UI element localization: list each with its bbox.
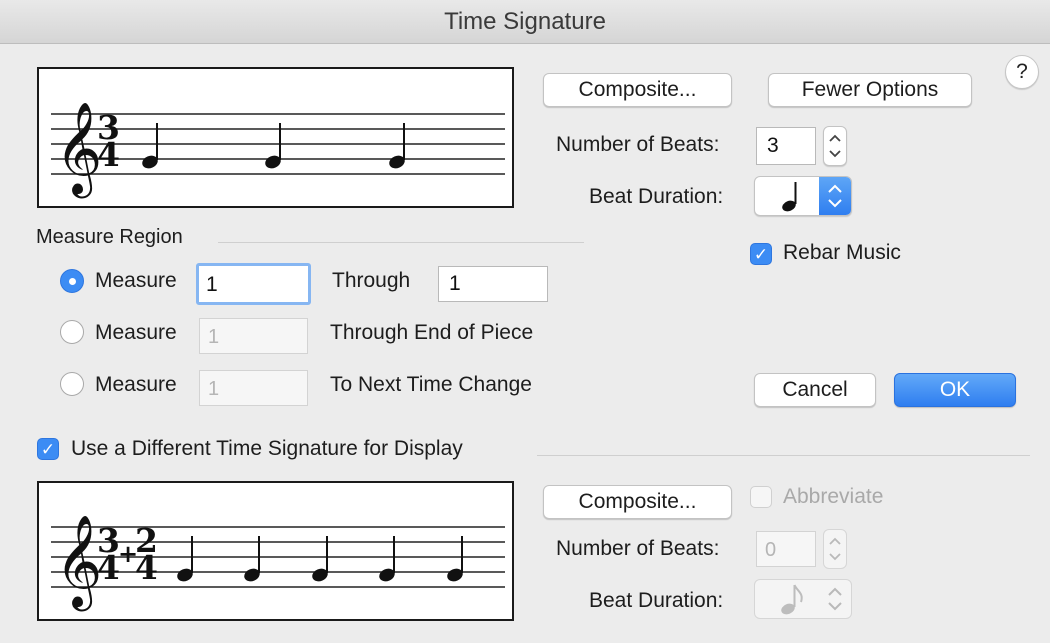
number-of-beats-label: Number of Beats: [556, 133, 720, 156]
different-display-label: Use a Different Time Signature for Displ… [71, 437, 463, 460]
beat-duration-popup[interactable] [754, 176, 852, 216]
ok-button[interactable]: OK [894, 373, 1016, 407]
display-time-signature-preview: 𝄞 3 4 + 2 4 [37, 481, 514, 621]
measure-from-input[interactable]: 1 [196, 263, 311, 305]
time-sig-denominator-2: 4 [135, 548, 158, 587]
through-end-label: Through End of Piece [330, 321, 534, 344]
abbreviate-checkbox [750, 486, 772, 508]
measure-range-radio[interactable] [60, 269, 84, 293]
display-beat-duration-label: Beat Duration: [589, 589, 724, 612]
popup-arrow-icon [825, 580, 845, 623]
time-sig-denominator-1: 4 [97, 548, 120, 587]
popup-arrow-icon [819, 177, 851, 215]
measure-to-input[interactable]: 1 [438, 266, 548, 302]
measure-region-divider [218, 242, 584, 243]
composite-button[interactable]: Composite... [543, 73, 732, 107]
treble-clef-icon: 𝄞 [55, 514, 102, 611]
different-display-checkbox[interactable]: ✓ [37, 438, 59, 460]
rebar-music-checkbox[interactable]: ✓ [750, 243, 772, 265]
display-number-of-beats-stepper [823, 529, 847, 569]
quarter-note [312, 536, 328, 582]
display-composite-button[interactable]: Composite... [543, 485, 732, 519]
window-title: Time Signature [0, 0, 1050, 44]
measure-to-next-change-radio[interactable] [60, 372, 84, 396]
rebar-music-label: Rebar Music [783, 241, 901, 264]
treble-clef-icon: 𝄞 [55, 101, 102, 198]
quarter-note [142, 123, 158, 169]
quarter-note [389, 123, 405, 169]
measure-from-input-disabled: 1 [199, 370, 308, 406]
display-number-of-beats-input: 0 [756, 531, 816, 567]
measure-label: Measure [95, 269, 177, 292]
time-signature-preview: 𝄞 3 4 [37, 67, 514, 208]
quarter-note [379, 536, 395, 582]
measure-label: Measure [95, 321, 177, 344]
quarter-note [447, 536, 463, 582]
display-number-of-beats-label: Number of Beats: [556, 537, 720, 560]
measure-label: Measure [95, 373, 177, 396]
through-label: Through [332, 269, 411, 292]
quarter-note [244, 536, 260, 582]
number-of-beats-input[interactable]: 3 [756, 127, 816, 165]
eighth-note-icon [777, 582, 807, 621]
display-beat-duration-popup [754, 579, 852, 619]
quarter-note-icon [777, 179, 807, 215]
quarter-note [265, 123, 281, 169]
measure-from-input-disabled: 1 [199, 318, 308, 354]
beat-duration-label: Beat Duration: [589, 185, 724, 208]
to-next-change-label: To Next Time Change [330, 373, 532, 396]
measure-to-end-radio[interactable] [60, 320, 84, 344]
number-of-beats-stepper[interactable] [823, 126, 847, 166]
quarter-note [177, 536, 193, 582]
abbreviate-label: Abbreviate [783, 485, 884, 508]
time-sig-denominator: 4 [97, 135, 120, 174]
display-divider [537, 455, 1030, 456]
measure-region-heading: Measure Region [36, 226, 183, 248]
fewer-options-button[interactable]: Fewer Options [768, 73, 972, 107]
cancel-button[interactable]: Cancel [754, 373, 876, 407]
help-button[interactable]: ? [1005, 55, 1039, 89]
